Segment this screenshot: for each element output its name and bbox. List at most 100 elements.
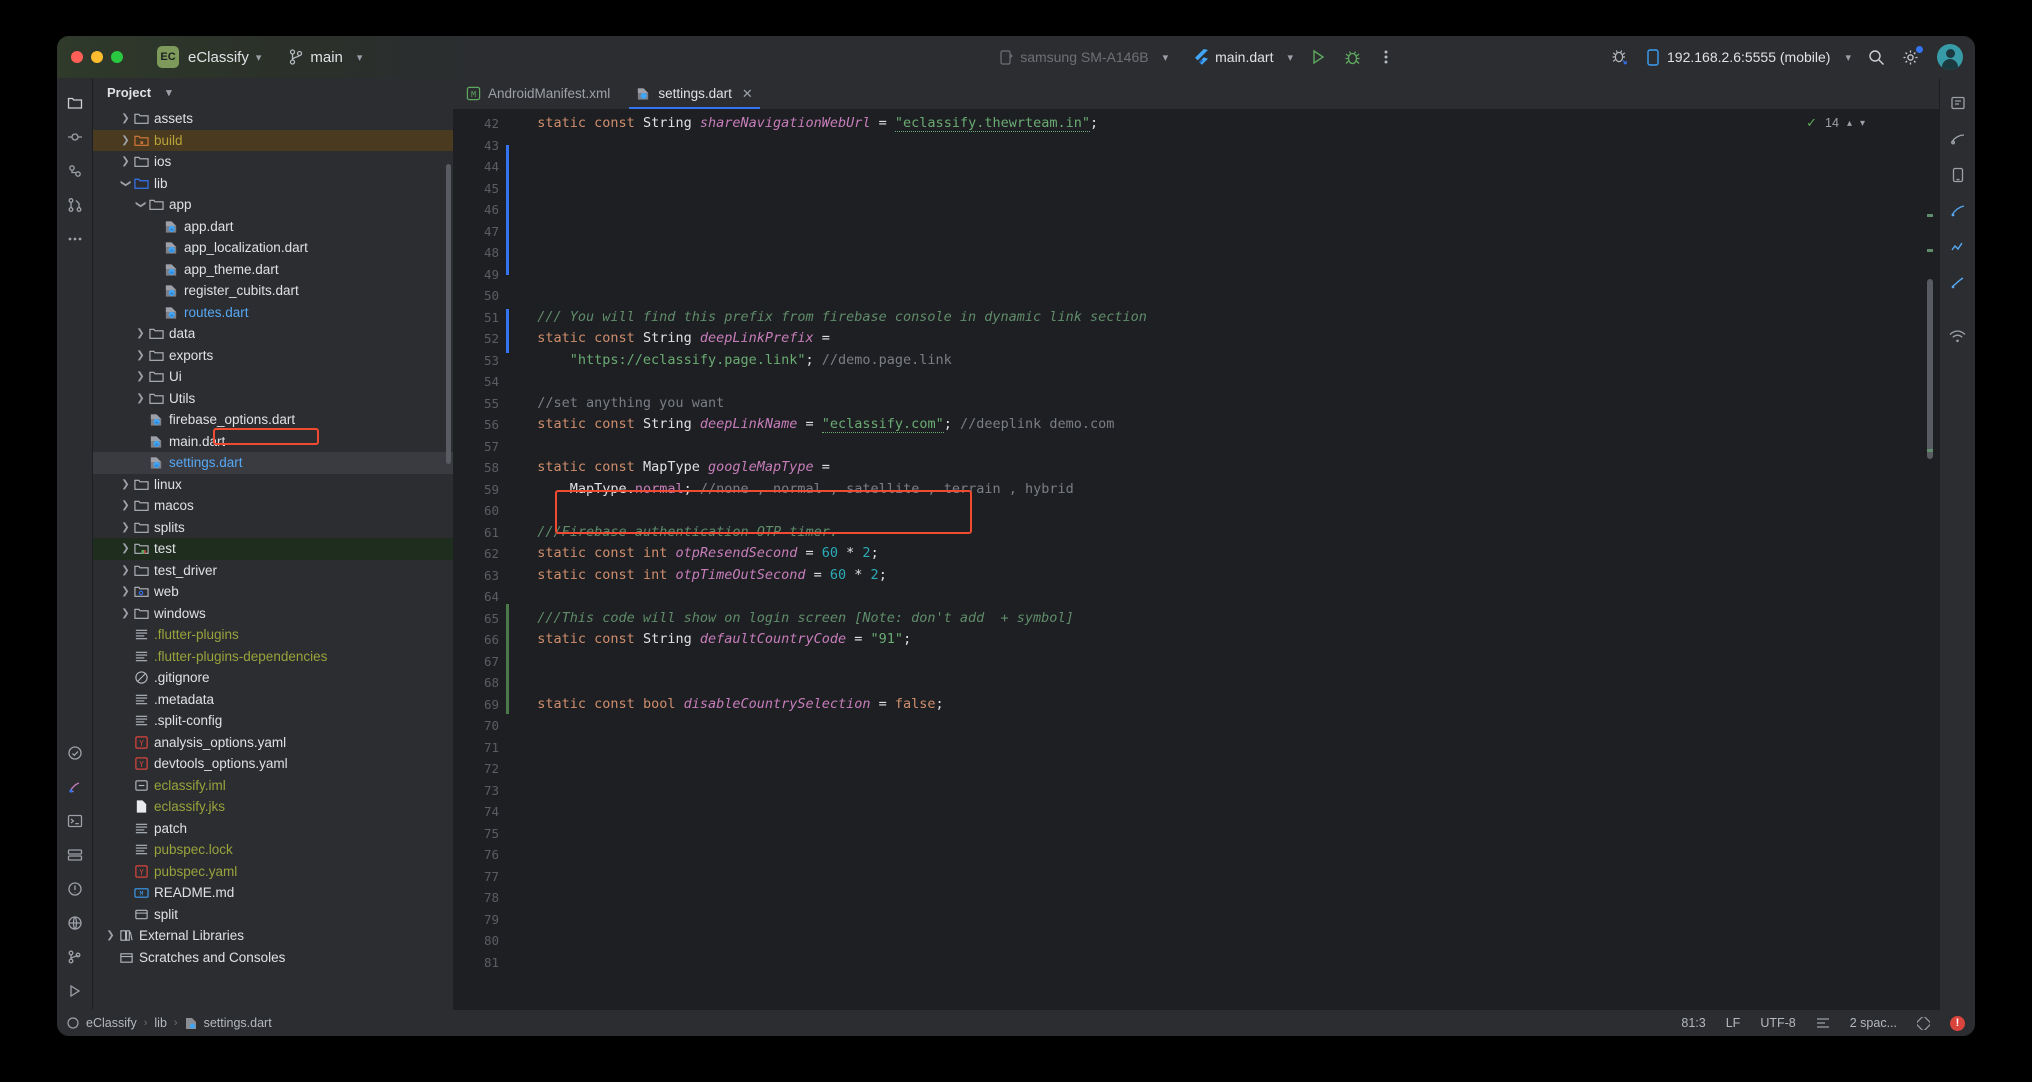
line-number[interactable]: 74	[453, 801, 499, 823]
code-line[interactable]	[509, 823, 1209, 845]
code-line[interactable]	[509, 586, 1209, 608]
chevron-right-icon[interactable]: ❯	[118, 522, 133, 533]
line-number[interactable]: 55	[453, 393, 499, 415]
device-manager-icon[interactable]	[1943, 160, 1973, 190]
code-line[interactable]	[509, 264, 1209, 286]
maximize-window-button[interactable]	[111, 51, 123, 63]
tree-node-analysis-options-yaml[interactable]: Yanalysis_options.yaml	[93, 732, 453, 754]
chevron-right-icon[interactable]: ❯	[118, 565, 133, 576]
code-line[interactable]	[509, 199, 1209, 221]
tree-node--flutter-plugins-dependencies[interactable]: .flutter-plugins-dependencies	[93, 646, 453, 668]
tree-node-readme-md[interactable]: MREADME.md	[93, 882, 453, 904]
flutter-outline-icon[interactable]	[1943, 196, 1973, 226]
code-line[interactable]: static const MapType googleMapType =	[509, 457, 1209, 479]
chevron-right-icon[interactable]: ❯	[133, 328, 148, 339]
tree-node-eclassify-iml[interactable]: eclassify.iml	[93, 775, 453, 797]
tree-node-app-theme-dart[interactable]: app_theme.dart	[93, 259, 453, 281]
gradle-icon[interactable]	[1943, 124, 1973, 154]
tree-node-register-cubits-dart[interactable]: register_cubits.dart	[93, 280, 453, 302]
more-tools-icon[interactable]	[60, 224, 90, 254]
flutter-performance-icon[interactable]	[1943, 232, 1973, 262]
line-number[interactable]: 54	[453, 371, 499, 393]
code-line[interactable]	[509, 844, 1209, 866]
tree-node-macos[interactable]: ❯macos	[93, 495, 453, 517]
code-line[interactable]	[509, 500, 1209, 522]
flutter-inspector-icon[interactable]	[60, 772, 90, 802]
chevron-right-icon[interactable]: ❯	[118, 156, 133, 167]
terminal-icon[interactable]	[60, 806, 90, 836]
line-number[interactable]: 43	[453, 135, 499, 157]
tree-node-exports[interactable]: ❯exports	[93, 345, 453, 367]
code-line[interactable]	[509, 285, 1209, 307]
code-line[interactable]: MapType.normal; //none , normal , satell…	[509, 479, 1209, 501]
more-actions-button[interactable]	[1369, 40, 1403, 74]
tree-node-windows[interactable]: ❯windows	[93, 603, 453, 625]
caret-position[interactable]: 81:3	[1681, 1016, 1705, 1030]
code-line[interactable]	[509, 780, 1209, 802]
run-tool-icon[interactable]	[60, 976, 90, 1006]
code-line[interactable]	[509, 651, 1209, 673]
line-number[interactable]: 72	[453, 758, 499, 780]
code-line[interactable]	[509, 715, 1209, 737]
inspection-widget[interactable]: ✓ 14 ▴ ▾	[1806, 115, 1865, 131]
code-line[interactable]: //set anything you want	[509, 393, 1209, 415]
device-selector[interactable]: samsung SM-A146B ▾	[1000, 49, 1168, 65]
code-line[interactable]	[509, 178, 1209, 200]
line-number[interactable]: 69	[453, 694, 499, 716]
line-number[interactable]: 59	[453, 479, 499, 501]
project-name-label[interactable]: eClassify	[188, 49, 249, 66]
tree-node-lib[interactable]: ❯lib	[93, 173, 453, 195]
chevron-down-icon[interactable]: ▾	[1860, 118, 1865, 129]
code-line[interactable]: /// You will find this prefix from fireb…	[509, 307, 1209, 329]
tree-node-devtools-options-yaml[interactable]: Ydevtools_options.yaml	[93, 753, 453, 775]
tree-node-test[interactable]: ❯test	[93, 538, 453, 560]
services-icon[interactable]	[60, 840, 90, 870]
tree-node-assets[interactable]: ❯assets	[93, 108, 453, 130]
notifications-icon[interactable]	[1943, 88, 1973, 118]
tree-node--metadata[interactable]: .metadata	[93, 689, 453, 711]
chevron-down-icon[interactable]: ▾	[256, 51, 262, 64]
minimize-window-button[interactable]	[91, 51, 103, 63]
tree-node--gitignore[interactable]: .gitignore	[93, 667, 453, 689]
code-line[interactable]: static const int otpResendSecond = 60 * …	[509, 543, 1209, 565]
tree-node-external-libraries[interactable]: ❯External Libraries	[93, 925, 453, 947]
tree-node-test-driver[interactable]: ❯test_driver	[93, 560, 453, 582]
chevron-down-icon[interactable]: ▾	[166, 86, 172, 99]
line-number[interactable]: 64	[453, 586, 499, 608]
tree-node--flutter-plugins[interactable]: .flutter-plugins	[93, 624, 453, 646]
line-number[interactable]: 75	[453, 823, 499, 845]
code-line[interactable]	[509, 135, 1209, 157]
tree-node-eclassify-jks[interactable]: eclassify.jks	[93, 796, 453, 818]
code-line[interactable]: ///This code will show on login screen […	[509, 608, 1209, 630]
line-number[interactable]: 66	[453, 629, 499, 651]
line-number[interactable]: 63	[453, 565, 499, 587]
line-number[interactable]: 56	[453, 414, 499, 436]
close-icon[interactable]: ✕	[742, 86, 753, 102]
attach-debugger-button[interactable]	[1603, 40, 1637, 74]
line-number[interactable]: 46	[453, 199, 499, 221]
code-line[interactable]: static const String deepLinkPrefix =	[509, 328, 1209, 350]
line-number[interactable]: 44	[453, 156, 499, 178]
code-line[interactable]	[509, 371, 1209, 393]
code-line[interactable]	[509, 242, 1209, 264]
tree-node-splits[interactable]: ❯splits	[93, 517, 453, 539]
code-line[interactable]	[509, 801, 1209, 823]
chevron-right-icon[interactable]: ❯	[118, 500, 133, 511]
chevron-up-icon[interactable]: ▴	[1847, 118, 1852, 129]
code-line[interactable]: ///Firebase authentication OTP timer.	[509, 522, 1209, 544]
run-configuration-selector[interactable]: main.dart ▾	[1194, 49, 1293, 66]
code-line[interactable]	[509, 672, 1209, 694]
tree-node-build[interactable]: ❯build	[93, 130, 453, 152]
tree-node-routes-dart[interactable]: routes.dart	[93, 302, 453, 324]
line-number[interactable]: 65	[453, 608, 499, 630]
line-separator[interactable]: LF	[1726, 1016, 1741, 1030]
wifi-icon[interactable]	[1943, 322, 1973, 352]
code-line[interactable]: static const bool disableCountrySelectio…	[509, 694, 1209, 716]
git-branch-selector[interactable]: main ▾	[289, 49, 362, 66]
chevron-right-icon[interactable]: ❯	[118, 135, 133, 146]
tree-node--split-config[interactable]: .split-config	[93, 710, 453, 732]
problems-icon[interactable]	[60, 874, 90, 904]
chevron-right-icon[interactable]: ❯	[133, 371, 148, 382]
chevron-down-icon[interactable]: ❯	[135, 197, 146, 212]
editor-tab-androidmanifest-xml[interactable]: MAndroidManifest.xml	[453, 78, 623, 109]
